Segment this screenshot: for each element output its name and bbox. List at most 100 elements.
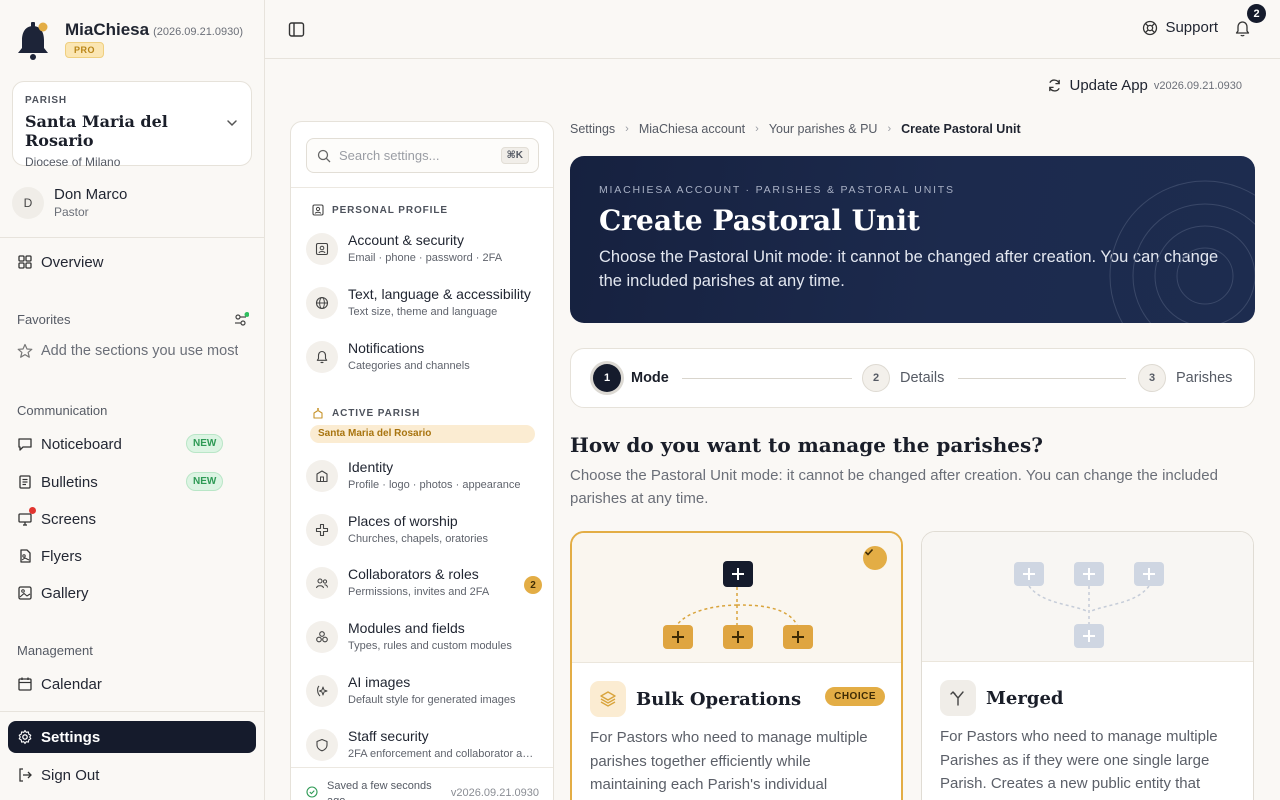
breadcrumb-settings[interactable]: Settings	[570, 122, 615, 136]
parish-label: PARISH	[25, 95, 67, 106]
settings-item-title: Collaborators & roles	[348, 566, 479, 582]
management-label: Management	[17, 643, 93, 658]
refresh-icon	[1048, 79, 1060, 92]
personal-profile-heading: PERSONAL PROFILE	[312, 204, 448, 216]
lifebuoy-icon	[1143, 20, 1158, 35]
mode-card-merged[interactable]: Merged For Pastors who need to manage mu…	[921, 531, 1254, 800]
nav-sign-out-label: Sign Out	[41, 766, 100, 784]
step-mode[interactable]: 1 Mode	[593, 364, 669, 392]
avatar: D	[12, 186, 44, 219]
breadcrumb-account[interactable]: MiaChiesa account	[639, 122, 745, 136]
nav-overview-label: Overview	[41, 253, 104, 271]
nav-noticeboard-label: Noticeboard	[41, 435, 122, 453]
step-number: 3	[1138, 364, 1166, 392]
settings-item-subtitle: Churches, chapels, oratories	[348, 533, 489, 545]
nav-bulletins[interactable]: Bulletins NEW	[8, 466, 256, 498]
support-label: Support	[1165, 19, 1218, 36]
settings-item-identity[interactable]: Identity Profile · logo · photos · appear…	[306, 459, 542, 499]
card-description: For Pastors who need to manage multiple …	[940, 728, 1218, 792]
nav-gallery-label: Gallery	[41, 584, 89, 602]
step-number: 1	[593, 364, 621, 392]
sign-out-icon	[19, 768, 32, 782]
notification-bell-icon[interactable]	[1234, 20, 1251, 38]
favorites-hint[interactable]: Add the sections you use most	[17, 343, 249, 359]
nav-flyers[interactable]: Flyers	[8, 540, 256, 572]
app-version: (2026.09.21.0930)	[153, 26, 244, 38]
settings-item-subtitle: Profile · logo · photos · appearance	[348, 479, 521, 491]
divider	[0, 711, 265, 712]
settings-item-subtitle: Categories and channels	[348, 360, 470, 372]
step-label: Parishes	[1176, 370, 1233, 386]
parish-name: Santa Maria del Rosario	[25, 112, 168, 150]
id-card-icon	[312, 204, 324, 216]
nav-sign-out[interactable]: Sign Out	[8, 759, 256, 791]
parish-switcher[interactable]: PARISH Santa Maria del Rosario Diocese o…	[12, 81, 252, 169]
brand[interactable]: MiaChiesa (2026.09.21.0930) PRO	[16, 20, 243, 60]
alert-dot	[29, 507, 36, 514]
divider	[0, 237, 265, 238]
mode-card-bulk-operations[interactable]: Bulk Operations CHOICE For Pastors who n…	[570, 531, 903, 800]
settings-item-notifications[interactable]: Notifications Categories and channels	[306, 340, 542, 380]
search-input[interactable]	[339, 148, 489, 163]
bell-logo-icon	[18, 22, 48, 60]
card-title: Merged	[986, 687, 1064, 709]
hero-kicker: MIACHIESA ACCOUNT · PARISHES & PASTORAL …	[599, 184, 955, 196]
divider	[291, 187, 553, 188]
globe-icon	[315, 296, 329, 310]
nav-bulletins-label: Bulletins	[41, 473, 98, 491]
nav-overview[interactable]: Overview	[8, 246, 256, 278]
communication-label: Communication	[17, 403, 108, 418]
settings-item-collaborators[interactable]: Collaborators & roles Permissions, invite…	[306, 566, 542, 606]
step-connector	[682, 378, 852, 379]
settings-item-subtitle: 2FA enforcement and collaborator access	[348, 748, 538, 760]
favorites-settings-icon[interactable]	[233, 312, 249, 328]
settings-item-subtitle: Default style for generated images	[348, 694, 516, 706]
check-circle-icon	[306, 786, 318, 798]
chevron-right-icon: ›	[625, 123, 629, 135]
card-description: For Pastors who need to manage multiple …	[590, 729, 868, 793]
message-icon	[18, 438, 32, 451]
favorites-hint-text: Add the sections you use most	[41, 343, 239, 359]
nav-calendar[interactable]: Calendar	[8, 668, 256, 700]
nav-screens-label: Screens	[41, 510, 97, 528]
user-name: Don Marco	[54, 186, 128, 203]
user-card-icon	[315, 242, 329, 256]
settings-item-subtitle: Email · phone · password · 2FA	[348, 252, 503, 264]
nav-settings[interactable]: Settings	[8, 721, 256, 753]
pending-count-badge: 2	[524, 576, 542, 594]
settings-item-modules[interactable]: Modules and fields Types, rules and custo…	[306, 620, 542, 660]
settings-item-staff-security[interactable]: Staff security 2FA enforcement and collab…	[306, 728, 542, 768]
question-description: Choose the Pastoral Unit mode: it cannot…	[570, 467, 1218, 507]
question-title: How do you want to manage the parishes?	[570, 433, 1043, 457]
sidebar-toggle-icon[interactable]	[288, 21, 305, 38]
settings-item-account[interactable]: Account & security Email · phone · passwo…	[306, 232, 542, 272]
breadcrumb-parishes[interactable]: Your parishes & PU	[769, 122, 878, 136]
settings-item-ai-images[interactable]: AI images Default style for generated ima…	[306, 674, 542, 714]
active-parish-heading: ACTIVE PARISH	[312, 407, 420, 419]
app-name: MiaChiesa	[65, 20, 150, 39]
settings-search[interactable]: ⌘K	[306, 138, 539, 173]
hero-banner: MIACHIESA ACCOUNT · PARISHES & PASTORAL …	[570, 156, 1255, 323]
card-illustration	[572, 533, 901, 663]
sidebar: MiaChiesa (2026.09.21.0930) PRO PARISH Sa…	[0, 0, 265, 800]
new-badge: NEW	[186, 434, 224, 453]
user-profile[interactable]: D Don Marco Pastor	[12, 186, 127, 219]
settings-item-title: Text, language & accessibility	[348, 286, 531, 302]
step-label: Details	[900, 370, 945, 386]
settings-item-language[interactable]: Text, language & accessibility Text size,…	[306, 286, 542, 326]
user-role: Pastor	[54, 205, 89, 219]
new-badge: NEW	[186, 472, 224, 491]
panel-version: v2026.09.21.0930	[450, 787, 539, 799]
update-app-button[interactable]: Update App v2026.09.21.0930	[1047, 77, 1242, 94]
nav-screens[interactable]: Screens	[8, 503, 256, 535]
step-details[interactable]: 2 Details	[862, 364, 944, 392]
nav-gallery[interactable]: Gallery	[8, 577, 256, 609]
support-button[interactable]: Support	[1142, 19, 1218, 36]
nav-noticeboard[interactable]: Noticeboard NEW	[8, 428, 256, 460]
update-app-label: Update App	[1069, 77, 1148, 94]
settings-panel: ⌘K PERSONAL PROFILE Account & security Em…	[290, 121, 554, 800]
step-number: 2	[862, 364, 890, 392]
settings-item-places[interactable]: Places of worship Churches, chapels, orat…	[306, 513, 542, 553]
modules-icon	[316, 631, 328, 643]
step-parishes[interactable]: 3 Parishes	[1138, 364, 1232, 392]
